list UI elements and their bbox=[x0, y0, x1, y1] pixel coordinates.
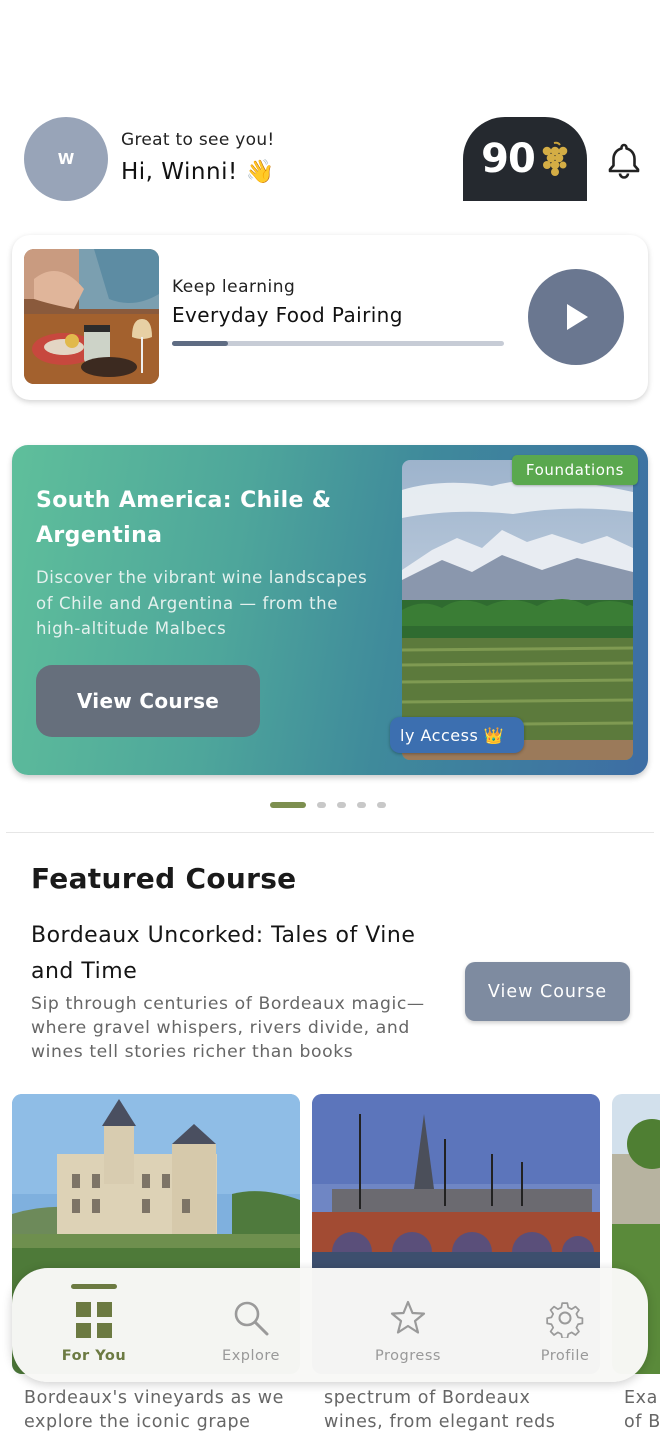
nav-item-progress[interactable]: Progress bbox=[328, 1268, 488, 1382]
search-icon bbox=[234, 1301, 269, 1336]
keep-learning-card[interactable]: Keep learning Everyday Food Pairing bbox=[12, 235, 648, 400]
nav-label: Profile bbox=[540, 1348, 590, 1364]
hero-title: South America: Chile & Argentina bbox=[36, 488, 332, 548]
nav-item-profile[interactable]: Profile bbox=[485, 1268, 645, 1382]
featured-description: Sip through centuries of Bordeaux magic—… bbox=[31, 994, 425, 1062]
greeting-title: Hi, Winni! 👋 bbox=[121, 159, 275, 185]
nav-item-for-you[interactable]: For You bbox=[14, 1268, 174, 1382]
course-thumbnail bbox=[24, 249, 159, 384]
star-icon bbox=[390, 1300, 426, 1334]
avatar-initial: W bbox=[57, 150, 75, 168]
carousel-indicator bbox=[270, 802, 386, 808]
keep-learning-label: Keep learning bbox=[172, 277, 296, 297]
grid-icon bbox=[76, 1302, 112, 1338]
category-badge: Foundations bbox=[512, 455, 638, 485]
avatar[interactable]: W bbox=[24, 117, 108, 201]
grapes-icon bbox=[542, 141, 568, 176]
nav-item-explore[interactable]: Explore bbox=[171, 1268, 331, 1382]
active-tab-indicator bbox=[71, 1284, 117, 1289]
featured-title: Bordeaux Uncorked: Tales of Vine and Tim… bbox=[31, 923, 416, 984]
bottom-navigation: For You Explore Progress Profile bbox=[12, 1268, 648, 1382]
bell-icon[interactable] bbox=[604, 140, 644, 180]
play-button[interactable] bbox=[528, 269, 624, 365]
nav-label: For You bbox=[61, 1348, 127, 1364]
hero-view-course-button[interactable]: View Course bbox=[36, 665, 260, 737]
nav-label: Explore bbox=[222, 1348, 280, 1364]
course-card-description: Bordeaux's vineyards as we explore the ic… bbox=[24, 1388, 285, 1432]
play-icon bbox=[567, 304, 588, 330]
hero-description: Discover the vibrant wine landscapes of … bbox=[36, 568, 368, 638]
course-card-description: Exa of B bbox=[624, 1388, 660, 1432]
score-badge[interactable]: 90 bbox=[463, 117, 587, 201]
carousel-dot[interactable] bbox=[337, 802, 346, 808]
progress-bar bbox=[172, 341, 504, 346]
score-value: 90 bbox=[481, 136, 536, 182]
nav-label: Progress bbox=[375, 1348, 441, 1364]
carousel-dot[interactable] bbox=[270, 802, 306, 808]
carousel-dot[interactable] bbox=[317, 802, 326, 808]
keep-learning-title: Everyday Food Pairing bbox=[172, 303, 403, 327]
hero-image bbox=[402, 460, 633, 760]
carousel-dot[interactable] bbox=[377, 802, 386, 808]
featured-heading: Featured Course bbox=[31, 862, 297, 895]
course-card-description: spectrum of Bordeaux wines, from elegant … bbox=[324, 1388, 556, 1432]
early-access-badge: ly Access 👑 bbox=[390, 717, 524, 753]
featured-view-course-button[interactable]: View Course bbox=[465, 962, 630, 1021]
progress-fill bbox=[172, 341, 229, 346]
section-divider bbox=[6, 832, 654, 833]
hero-course-card[interactable]: South America: Chile & Argentina Discove… bbox=[12, 445, 648, 775]
greeting-subtitle: Great to see you! bbox=[121, 130, 275, 150]
gear-icon bbox=[546, 1302, 584, 1338]
carousel-dot[interactable] bbox=[357, 802, 366, 808]
